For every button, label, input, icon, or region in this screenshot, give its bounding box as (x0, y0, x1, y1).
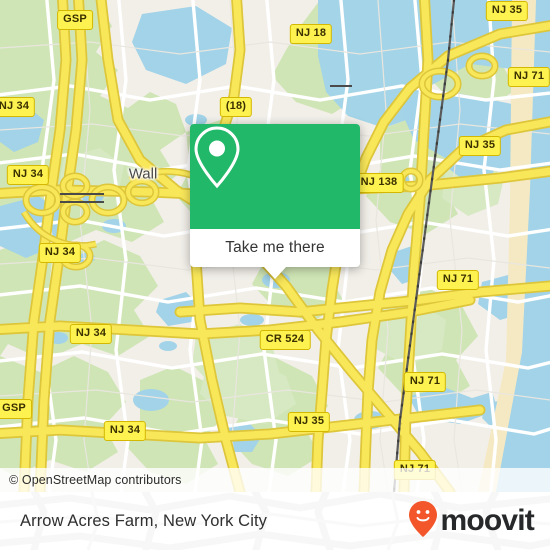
road-shield[interactable]: NJ 18 (289, 24, 333, 44)
map-canvas[interactable]: Wall GSP NJ 18 NJ 35 NJ 71 (18) NJ 34 NJ… (0, 0, 550, 492)
take-me-there-label: Take me there (225, 239, 325, 256)
popup-tail-pointer (264, 267, 286, 279)
road-shield[interactable]: CR 524 (259, 330, 311, 350)
road-shield[interactable]: GSP (57, 10, 93, 30)
road-shield[interactable]: NJ 34 (38, 243, 82, 263)
footer-bar: Arrow Acres Farm, New York City moovit (0, 492, 550, 550)
road-shield[interactable]: NJ 34 (6, 165, 50, 185)
road-shield[interactable]: (18) (219, 97, 253, 117)
road-shield[interactable]: NJ 138 (354, 173, 404, 193)
road-shield[interactable]: NJ 34 (0, 97, 36, 117)
screenshot-root: Wall GSP NJ 18 NJ 35 NJ 71 (18) NJ 34 NJ… (0, 0, 550, 550)
road-shield[interactable]: NJ 34 (103, 421, 147, 441)
road-shield[interactable]: NJ 71 (507, 67, 550, 87)
road-shield[interactable]: NJ 34 (69, 324, 113, 344)
road-shield[interactable]: NJ 71 (436, 270, 480, 290)
page-title: Arrow Acres Farm, New York City (20, 511, 267, 530)
moovit-logo[interactable]: moovit (408, 492, 535, 550)
road-shield[interactable]: NJ 35 (485, 1, 529, 21)
moovit-smiling-pin-icon (408, 500, 438, 543)
attribution-text: © OpenStreetMap contributors (9, 473, 182, 487)
popup-action-bar[interactable]: Take me there (190, 229, 360, 267)
location-popup-card[interactable]: Take me there (190, 124, 360, 279)
road-shield[interactable]: NJ 71 (403, 372, 447, 392)
road-shield[interactable]: NJ 35 (287, 412, 331, 432)
moovit-wordmark: moovit (440, 504, 534, 537)
road-shield[interactable]: GSP (0, 399, 32, 419)
road-shield[interactable]: NJ 35 (458, 136, 502, 156)
place-label-wall: Wall (128, 165, 158, 183)
popup-header (190, 124, 360, 229)
map-attribution: © OpenStreetMap contributors (0, 468, 550, 492)
